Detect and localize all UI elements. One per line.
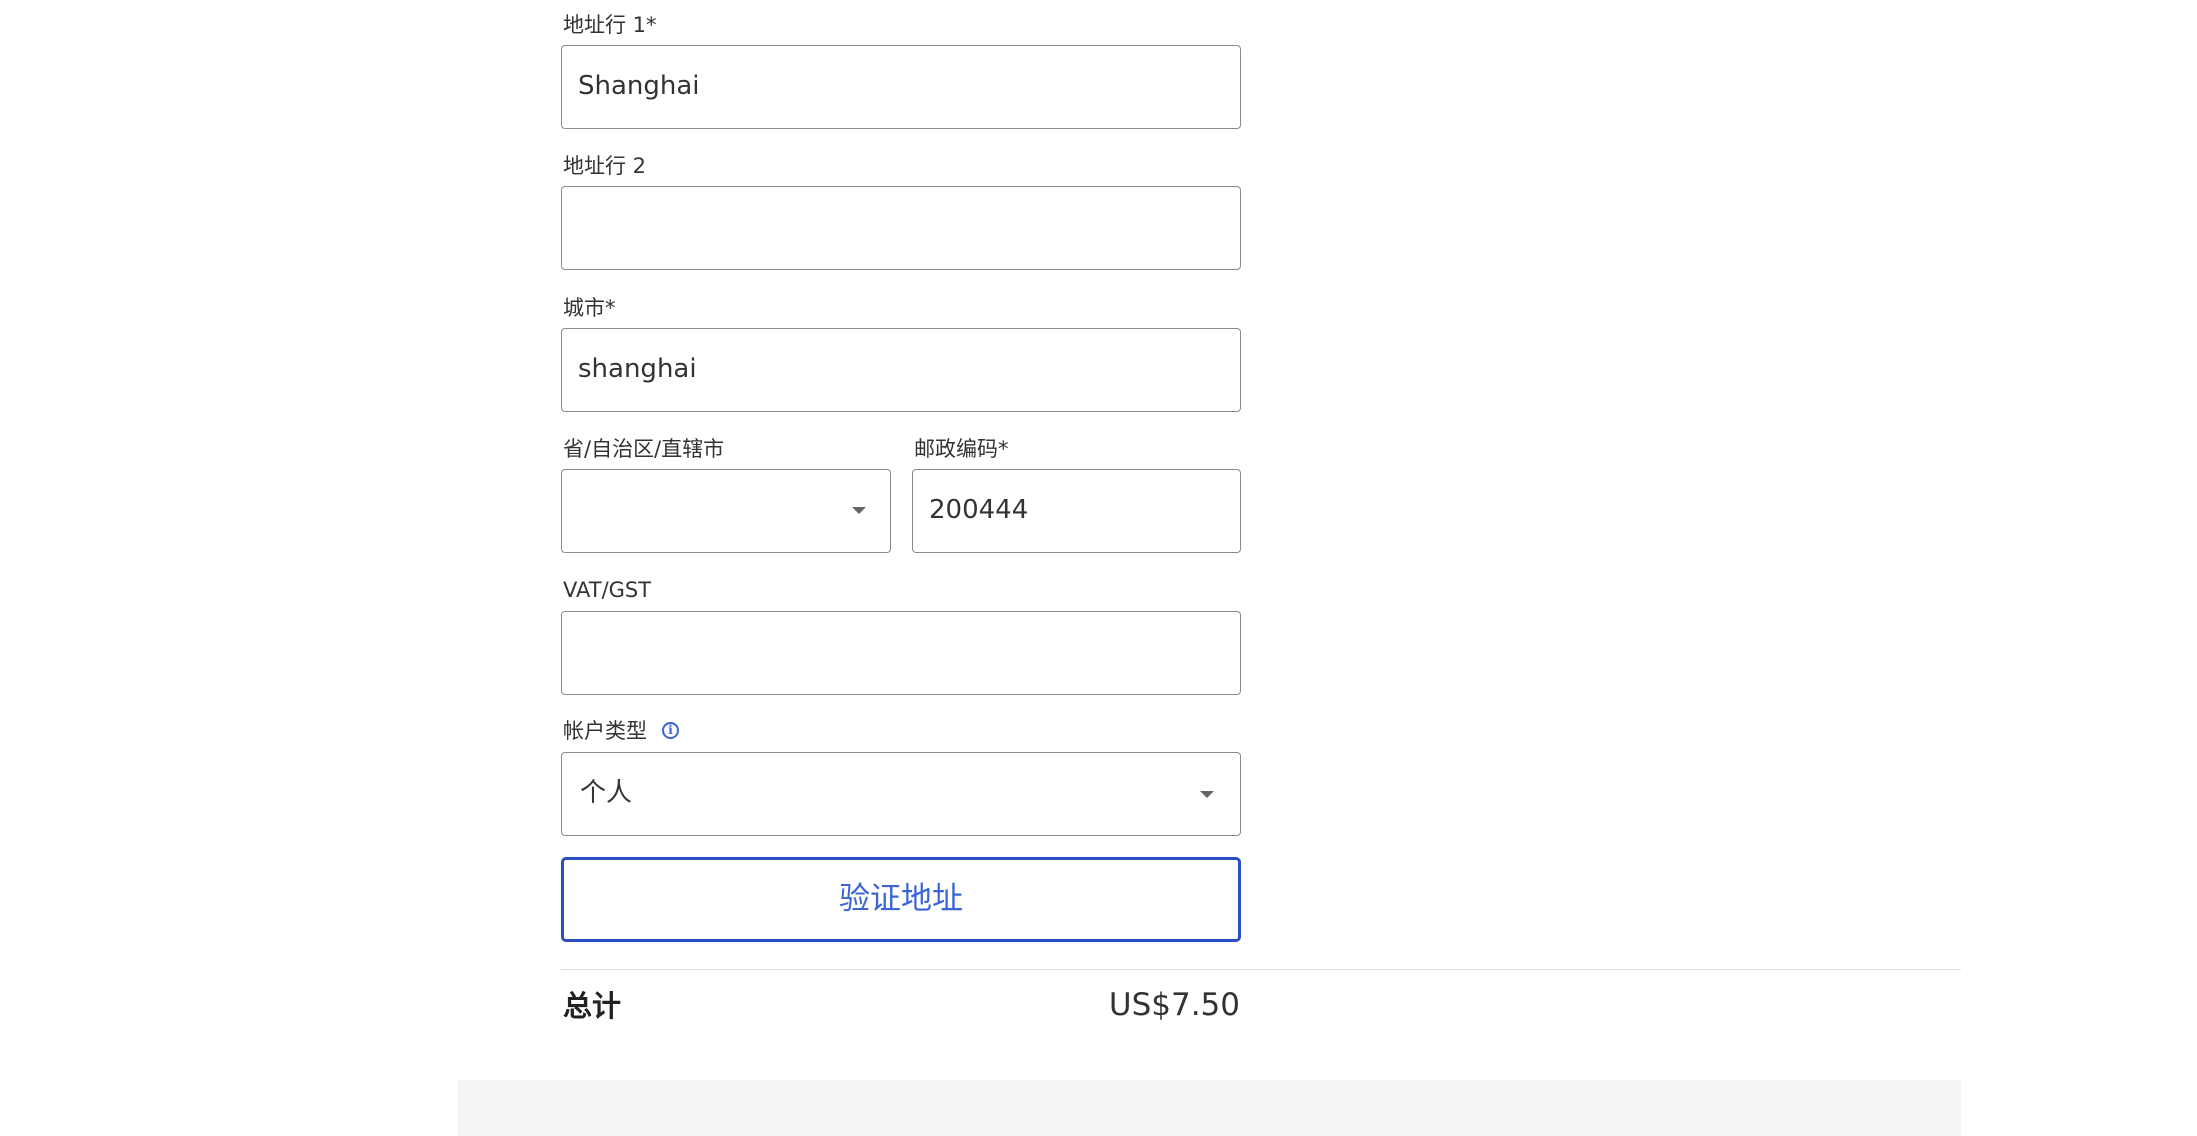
verify-address-button[interactable]: 验证地址 [561,857,1241,942]
account-type-select-value: 个人 [580,778,633,808]
city-label: 城市* [563,296,616,320]
vat-label: VAT/GST [563,578,652,602]
address2-input[interactable] [561,186,1241,270]
chevron-down-icon [852,507,866,514]
postal-code-input[interactable]: 200444 [912,469,1241,553]
vat-input[interactable] [561,611,1241,695]
account-type-label: 帐户类型 [563,719,647,743]
address1-label: 地址行 1* [563,13,657,37]
city-input[interactable]: shanghai [561,328,1241,412]
summary-divider [561,969,1961,970]
account-type-select[interactable]: 个人 [561,752,1241,836]
footer-panel [458,1080,1961,1136]
postal-code-label: 邮政编码* [914,437,1009,461]
address2-label: 地址行 2 [563,154,647,178]
total-label: 总计 [563,989,622,1023]
province-select[interactable] [561,469,891,553]
address1-input[interactable]: Shanghai [561,45,1241,129]
province-label: 省/自治区/直辖市 [563,437,725,461]
chevron-down-icon [1200,791,1214,798]
info-icon[interactable]: i [662,722,679,739]
total-value: US$7.50 [1108,987,1240,1023]
